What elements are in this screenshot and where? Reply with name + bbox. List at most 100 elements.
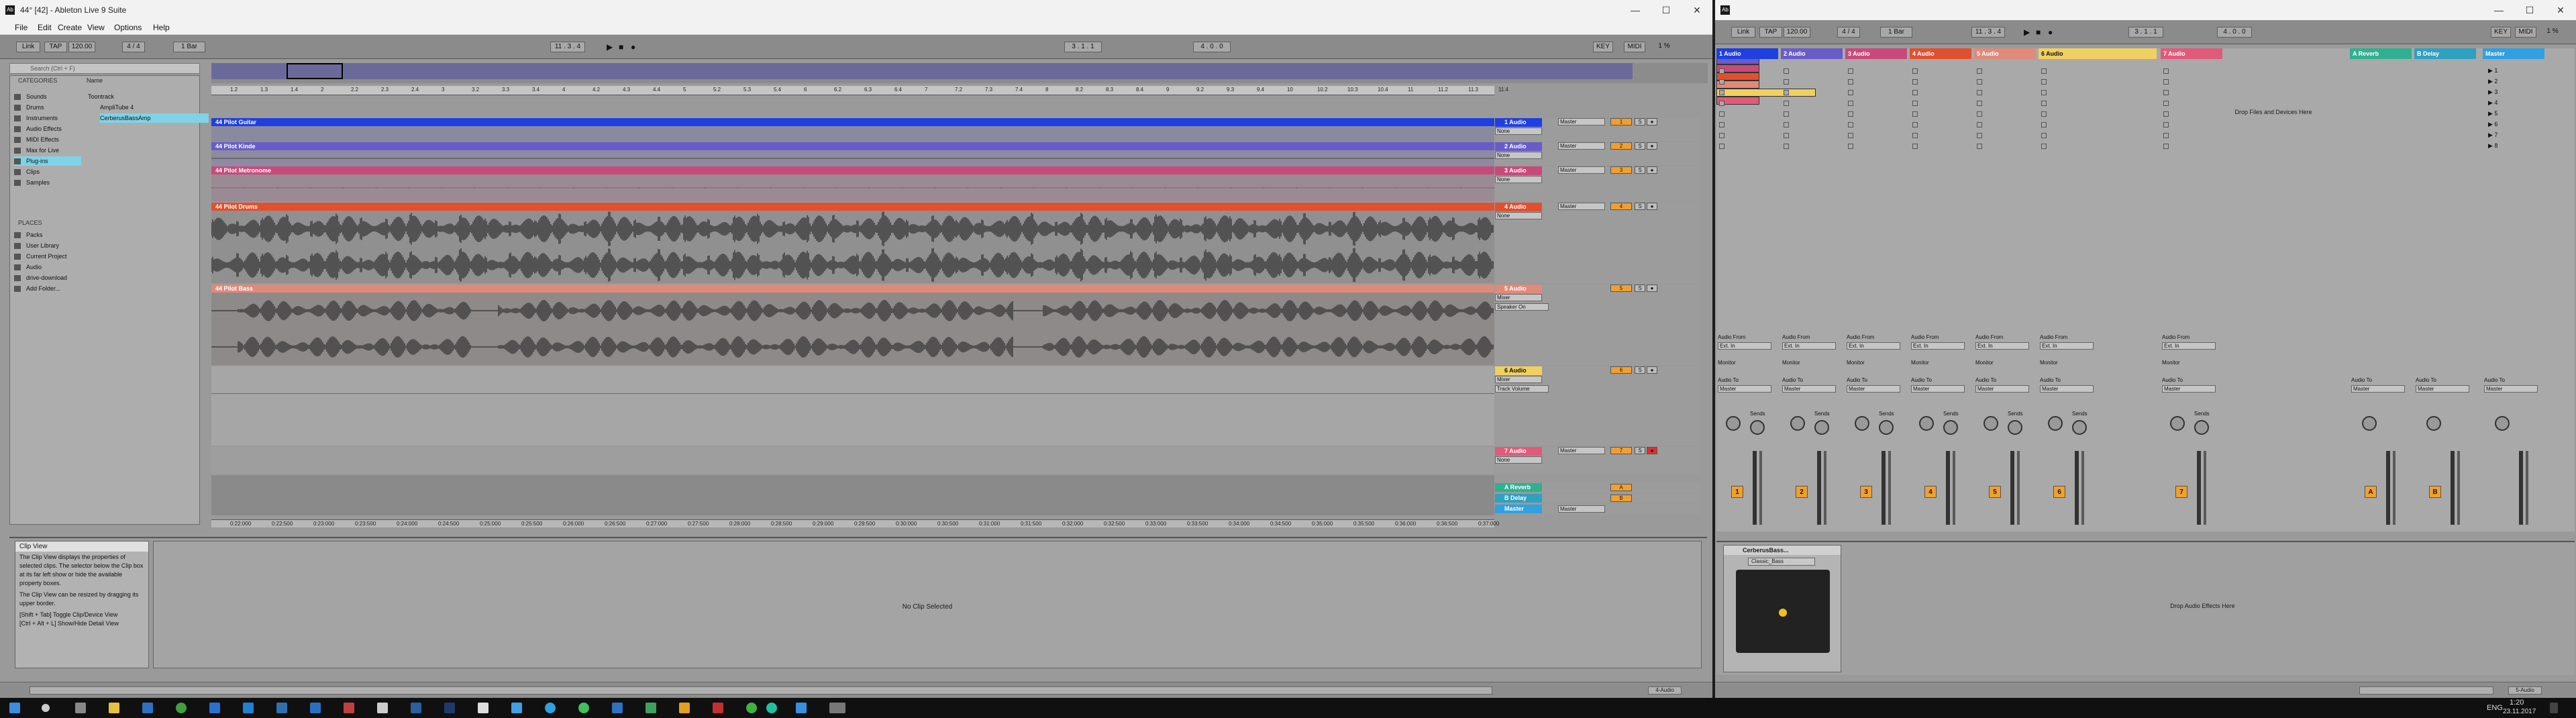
app-icon[interactable] xyxy=(766,703,777,713)
overview-viewport[interactable] xyxy=(287,63,343,79)
menu-options[interactable]: Options xyxy=(114,23,142,32)
clip-slot[interactable] xyxy=(2041,68,2047,74)
browser-search[interactable]: Search (Ctrl + F) xyxy=(9,63,200,74)
store-icon[interactable] xyxy=(142,703,153,713)
track-header-2[interactable]: 2 Audio xyxy=(1781,48,1843,59)
clip-slot[interactable] xyxy=(1977,79,1982,85)
track-header-1[interactable]: 1 Audio xyxy=(1716,48,1778,59)
clip-slot[interactable] xyxy=(1912,144,1918,149)
clip-slot[interactable] xyxy=(2041,101,2047,106)
scene-launch-7[interactable]: ▶ 7 xyxy=(2488,132,2542,139)
volume-fader[interactable] xyxy=(1753,451,1757,525)
time-ruler[interactable]: 0:22:000 0:22:500 0:23:000 0:23:500 0:24:000… xyxy=(211,519,1499,527)
link-button[interactable]: Link xyxy=(1731,27,1755,38)
send-a-knob[interactable] xyxy=(1983,416,1998,431)
track-activator[interactable]: 5 xyxy=(1610,285,1632,292)
clip-slot[interactable] xyxy=(1848,144,1853,149)
arm-button[interactable]: ● xyxy=(1647,366,1657,374)
track-header-3[interactable]: 3 Audio xyxy=(1845,48,1907,59)
time-signature[interactable]: 4 / 4 xyxy=(122,42,145,52)
automation-line[interactable] xyxy=(211,393,1494,394)
track-activator[interactable]: 4 xyxy=(1924,486,1937,498)
scene-launch-3[interactable]: ▶ 3 xyxy=(2488,89,2542,96)
track-activator[interactable]: 6 xyxy=(1610,366,1632,374)
output-select[interactable]: Master xyxy=(1558,505,1605,513)
clip-slot[interactable] xyxy=(1784,122,1789,127)
explorer-icon[interactable] xyxy=(109,703,119,713)
clip-slot[interactable] xyxy=(1719,79,1724,85)
category-drums[interactable]: Drums xyxy=(14,103,81,112)
loop-start[interactable]: 3 . 1 . 1 xyxy=(1064,42,1102,52)
app-icon[interactable] xyxy=(796,703,807,713)
clip-slot[interactable] xyxy=(1719,101,1724,106)
xy-handle[interactable] xyxy=(1779,609,1787,617)
category-max-for-live[interactable]: Max for Live xyxy=(14,146,81,155)
solo-button[interactable]: S xyxy=(1635,366,1645,374)
arm-button[interactable]: ● xyxy=(1647,447,1657,454)
output-type-select[interactable]: Master xyxy=(2351,385,2405,393)
track-lane-7[interactable] xyxy=(211,447,1494,474)
track-name[interactable]: B Delay xyxy=(1495,494,1542,503)
track-activator[interactable]: 1 xyxy=(1610,118,1632,125)
quantize-select[interactable]: 1 Bar xyxy=(1880,27,1912,38)
volume-fader[interactable] xyxy=(2075,451,2079,525)
clip-slot[interactable] xyxy=(1848,101,1853,106)
app-icon[interactable] xyxy=(612,703,623,713)
clip-header[interactable]: 44 Pilot Kinde xyxy=(211,142,1494,150)
menu-file[interactable]: File xyxy=(15,23,28,32)
place-add-folder[interactable]: Add Folder... xyxy=(14,284,81,293)
ableton-taskbar-icon[interactable] xyxy=(829,703,845,713)
output-type-select[interactable]: Master xyxy=(1782,385,1836,393)
xy-pad[interactable] xyxy=(1736,570,1830,653)
play-button[interactable]: ▶ xyxy=(2024,27,2030,38)
return-header-1[interactable]: A Reverb xyxy=(2350,48,2412,59)
send-a-knob[interactable] xyxy=(2170,416,2185,431)
output-select[interactable]: Master xyxy=(1558,118,1605,125)
song-position[interactable]: 11 . 3 . 4 xyxy=(1971,27,2005,38)
overview-strip[interactable] xyxy=(211,63,1633,79)
track-activator[interactable]: B xyxy=(1610,495,1632,502)
send-knob[interactable] xyxy=(2495,416,2510,431)
category-audio-effects[interactable]: Audio Effects xyxy=(14,124,81,134)
arm-button[interactable]: ● xyxy=(1647,203,1657,210)
telegram-icon[interactable] xyxy=(545,703,556,713)
close-button[interactable]: ✕ xyxy=(2545,0,2576,20)
key-map-button[interactable]: KEY xyxy=(1593,42,1613,52)
menu-create[interactable]: Create xyxy=(58,23,82,32)
clip-body[interactable] xyxy=(211,211,1494,283)
tap-button[interactable]: TAP xyxy=(1759,27,1782,38)
stop-button[interactable]: ■ xyxy=(619,42,623,52)
track-lane-6[interactable] xyxy=(211,366,1494,446)
scene-launch-1[interactable]: ▶ 1 xyxy=(2488,67,2542,74)
clip-slot[interactable] xyxy=(1848,133,1853,138)
solo-button[interactable]: S xyxy=(1635,142,1645,150)
start-icon[interactable] xyxy=(9,703,20,713)
output-target-select[interactable]: Speaker On xyxy=(1495,303,1549,311)
maximize-button[interactable]: ☐ xyxy=(1651,0,1682,20)
track-activator[interactable]: 7 xyxy=(1610,447,1632,454)
automation-select[interactable]: Track Volume xyxy=(1495,385,1549,393)
send-a-knob[interactable] xyxy=(2048,416,2063,431)
track-header-7[interactable]: 7 Audio None Master 7 S ● xyxy=(1495,447,1700,474)
app-icon[interactable] xyxy=(713,703,723,713)
solo-button[interactable]: S xyxy=(1635,203,1645,210)
clip-slot[interactable] xyxy=(1912,90,1918,95)
clip-slot[interactable] xyxy=(1848,90,1853,95)
loop-start[interactable]: 3 . 1 . 1 xyxy=(2128,27,2163,38)
return-header-3[interactable]: Master xyxy=(2483,48,2544,59)
stop-button[interactable]: ■ xyxy=(2036,27,2041,38)
time-signature[interactable]: 4 / 4 xyxy=(1837,27,1860,38)
send-b-knob[interactable] xyxy=(2072,420,2087,435)
clip-slot[interactable] xyxy=(1719,90,1724,95)
tap-button[interactable]: TAP xyxy=(44,42,67,52)
track-activator[interactable]: B xyxy=(2429,486,2441,498)
track-name[interactable]: Master xyxy=(1495,505,1542,513)
loop-length[interactable]: 4 . 0 . 0 xyxy=(2217,27,2252,38)
app-icon[interactable] xyxy=(310,703,321,713)
track-header-4[interactable]: 4 Audio xyxy=(1910,48,1971,59)
clip-slot[interactable] xyxy=(1719,122,1724,127)
clip-slot[interactable] xyxy=(1912,79,1918,85)
track-activator[interactable]: 5 xyxy=(1989,486,2001,498)
input-type-select[interactable]: Ext. In xyxy=(1911,342,1965,350)
input-type-select[interactable]: Ext. In xyxy=(1847,342,1900,350)
